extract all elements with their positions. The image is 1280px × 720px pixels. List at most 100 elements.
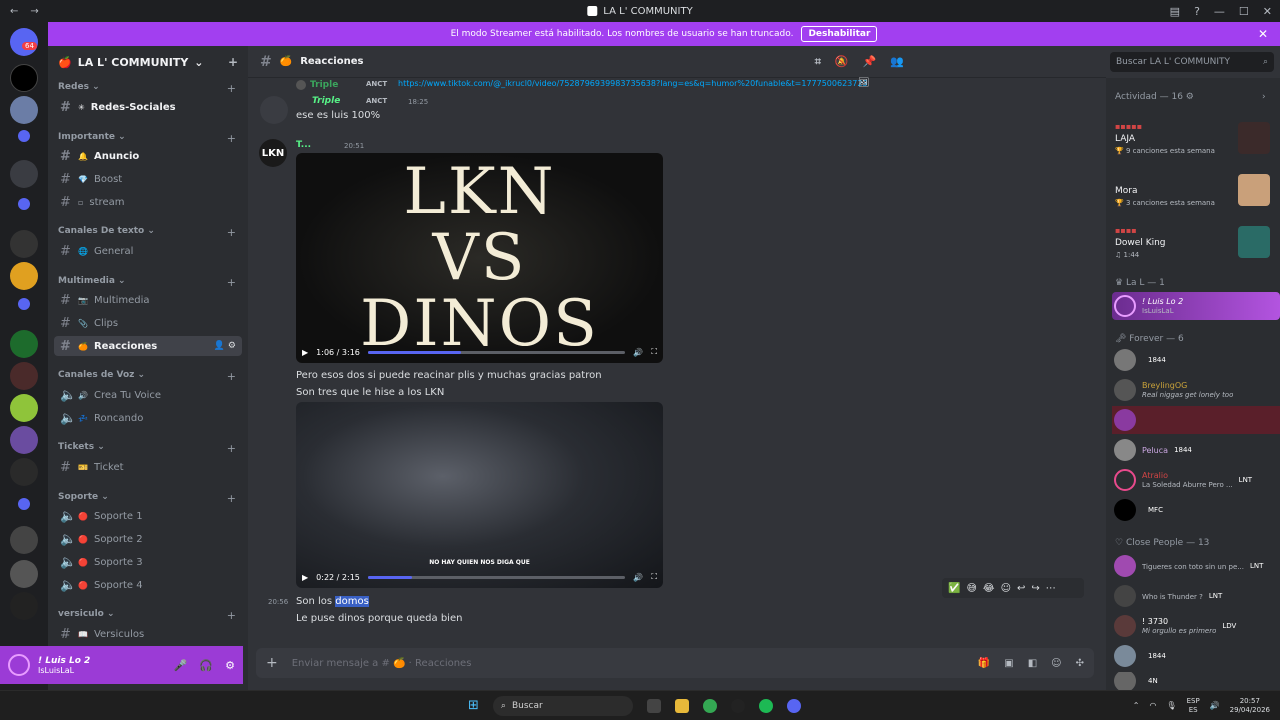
add-reaction-icon[interactable]: ☺ — [1001, 583, 1011, 594]
server-icon[interactable] — [10, 262, 38, 290]
avatar[interactable]: LKN — [259, 139, 287, 167]
taskbar-search[interactable]: ⌕ Buscar — [492, 695, 633, 716]
add-channel-icon[interactable]: + — [227, 442, 236, 455]
server-icon[interactable] — [10, 458, 38, 486]
maximize-button[interactable]: ☐ — [1239, 5, 1249, 18]
category-redes[interactable]: Redes ⌄ — [58, 82, 100, 92]
message-username[interactable]: T... — [296, 140, 311, 150]
server-icon[interactable] — [10, 330, 38, 358]
folder-icon[interactable] — [18, 198, 30, 210]
voice-channel-soporte-1[interactable]: 🔈 🔴 Soporte 1 — [54, 506, 242, 526]
search-input[interactable]: Buscar LA L' COMMUNITY ⌕ — [1110, 52, 1274, 72]
server-icon[interactable] — [10, 230, 38, 258]
video-player[interactable]: NO HAY QUIEN NOS DIGA QUE ▶ 0:22 / 2:15 … — [296, 402, 663, 588]
server-icon[interactable] — [10, 592, 38, 620]
emoji-reaction-icon[interactable]: 😂 — [983, 583, 995, 594]
activity-item[interactable]: Mora 🏆 3 canciones esta semana — [1106, 170, 1280, 218]
threads-icon[interactable]: ⌗ — [815, 55, 821, 69]
folder-icon[interactable] — [18, 298, 30, 310]
voice-channel-soporte-4[interactable]: 🔈 🔴 Soporte 4 — [54, 575, 242, 595]
category-importante[interactable]: Importante ⌄ — [58, 132, 126, 142]
category-canales-de-texto[interactable]: Canales De texto ⌄ — [58, 226, 155, 236]
chevron-up-icon[interactable]: ⌃ — [1133, 701, 1140, 710]
spotify-icon[interactable] — [758, 698, 773, 713]
member-list-icon[interactable]: 👥 — [890, 55, 904, 69]
member-item[interactable]: 1844 — [1112, 346, 1280, 374]
app-icon[interactable] — [730, 698, 745, 713]
message-username[interactable]: Triple — [312, 96, 340, 106]
volume-icon[interactable]: 🔊 — [1210, 701, 1220, 710]
close-banner-icon[interactable]: ✕ — [1258, 27, 1268, 41]
voice-channel-soporte-2[interactable]: 🔈 🔴 Soporte 2 — [54, 529, 242, 549]
add-channel-icon[interactable]: + — [227, 370, 236, 383]
member-item[interactable]: Who is Thunder ? LNT — [1112, 582, 1280, 610]
minimize-button[interactable]: — — [1214, 5, 1225, 18]
category-soporte[interactable]: Soporte ⌄ — [58, 492, 109, 502]
add-channel-icon[interactable]: + — [227, 492, 236, 505]
back-arrow-icon[interactable]: ← — [10, 6, 18, 17]
activity-item[interactable]: ▪▪▪▪ Dowel King ♫ 1:44 — [1106, 222, 1280, 270]
category-multimedia[interactable]: Multimedia ⌄ — [58, 276, 126, 286]
category-tickets[interactable]: Tickets ⌄ — [58, 442, 105, 452]
more-options-icon[interactable]: ⋯ — [1046, 583, 1056, 594]
member-item[interactable]: 4N — [1112, 672, 1280, 690]
windows-start-icon[interactable]: ⊞ — [468, 698, 479, 713]
inbox-icon[interactable]: ▤ — [1170, 5, 1180, 18]
server-icon[interactable] — [10, 96, 38, 124]
gif-icon[interactable]: ▣ — [1004, 658, 1013, 669]
apps-icon[interactable]: ✣ — [1076, 658, 1084, 669]
disable-streamer-button[interactable]: Deshabilitar — [801, 26, 878, 42]
reply-link[interactable]: https://www.tiktok.com/@_ikrucl0/video/7… — [398, 79, 868, 88]
emoji-reaction-icon[interactable]: 😅 — [966, 583, 976, 594]
notification-bell-icon[interactable]: 🔕 — [835, 55, 849, 69]
wifi-icon[interactable]: ◠ — [1149, 701, 1156, 710]
server-icon[interactable] — [10, 160, 38, 188]
check-reaction-icon[interactable]: ✅ — [948, 583, 960, 594]
channel-boost[interactable]: # 💎 Boost — [54, 169, 242, 189]
sticker-icon[interactable]: ◧ — [1028, 658, 1037, 669]
file-explorer-icon[interactable] — [674, 698, 689, 713]
video-player[interactable]: LKN VS DINOS ▶ 1:06 / 3:16 🔊 ⛶ — [296, 153, 663, 363]
member-item[interactable]: Atralio La Soledad Aburre Pero ... LNT — [1112, 466, 1280, 494]
folder-icon[interactable] — [18, 498, 30, 510]
forward-icon[interactable]: ↪ — [1031, 583, 1039, 594]
add-channel-icon[interactable]: + — [227, 609, 236, 622]
reply-username[interactable]: Triple — [310, 80, 338, 90]
server-icon[interactable] — [10, 526, 38, 554]
channel-reacciones[interactable]: # 🍊 Reacciones 👤 ⚙ — [54, 336, 242, 356]
emoji-icon[interactable]: ☺ — [1051, 658, 1061, 669]
avatar[interactable] — [260, 96, 288, 124]
activity-item[interactable]: ▪▪▪▪▪ LAJA 🏆 9 canciones esta semana — [1106, 118, 1280, 166]
add-channel-icon[interactable]: + — [227, 82, 236, 95]
deafen-icon[interactable]: 🎧 — [199, 659, 213, 672]
play-icon[interactable]: ▶ — [302, 348, 308, 357]
add-channel-icon[interactable]: + — [227, 276, 236, 289]
close-window-button[interactable]: ✕ — [1263, 5, 1272, 18]
chrome-icon[interactable] — [702, 698, 717, 713]
server-icon[interactable] — [10, 64, 38, 92]
task-view-icon[interactable] — [646, 698, 661, 713]
fullscreen-icon[interactable]: ⛶ — [651, 572, 657, 582]
fullscreen-icon[interactable]: ⛶ — [651, 347, 657, 357]
channel-general[interactable]: # 🌐 General — [54, 241, 242, 261]
category-versiculo[interactable]: versiculo ⌄ — [58, 609, 115, 619]
video-progress-bar[interactable] — [367, 575, 626, 579]
guild-header[interactable]: 🍎 LA L' COMMUNITY ⌄ + — [48, 46, 248, 78]
member-item[interactable]: ! 3730 Mi orgullo es primero LDV — [1112, 612, 1280, 640]
gift-icon[interactable]: 🎁 — [978, 658, 990, 669]
mute-mic-icon[interactable]: 🎤 — [174, 659, 188, 672]
channel-anuncio[interactable]: # 🔔 Anuncio — [54, 146, 242, 166]
avatar[interactable] — [8, 654, 30, 676]
pin-icon[interactable]: 📌 — [863, 55, 877, 69]
voice-channel-soporte-3[interactable]: 🔈 🔴 Soporte 3 — [54, 552, 242, 572]
volume-icon[interactable]: 🔊 — [633, 348, 643, 357]
voice-channel-crea-tu-voice[interactable]: 🔈 🔊 Crea Tu Voice — [54, 385, 242, 405]
video-progress-bar[interactable] — [367, 350, 626, 354]
play-icon[interactable]: ▶ — [302, 573, 308, 582]
channel-settings-icon[interactable]: 👤 ⚙ — [214, 341, 236, 351]
channel-multimedia[interactable]: # 📷 Multimedia — [54, 290, 242, 310]
member-item[interactable] — [1112, 406, 1280, 434]
member-item[interactable]: 1844 — [1112, 642, 1280, 670]
channel-versiculos[interactable]: # 📖 Versiculos — [54, 624, 242, 644]
add-channel-icon[interactable]: + — [227, 226, 236, 239]
